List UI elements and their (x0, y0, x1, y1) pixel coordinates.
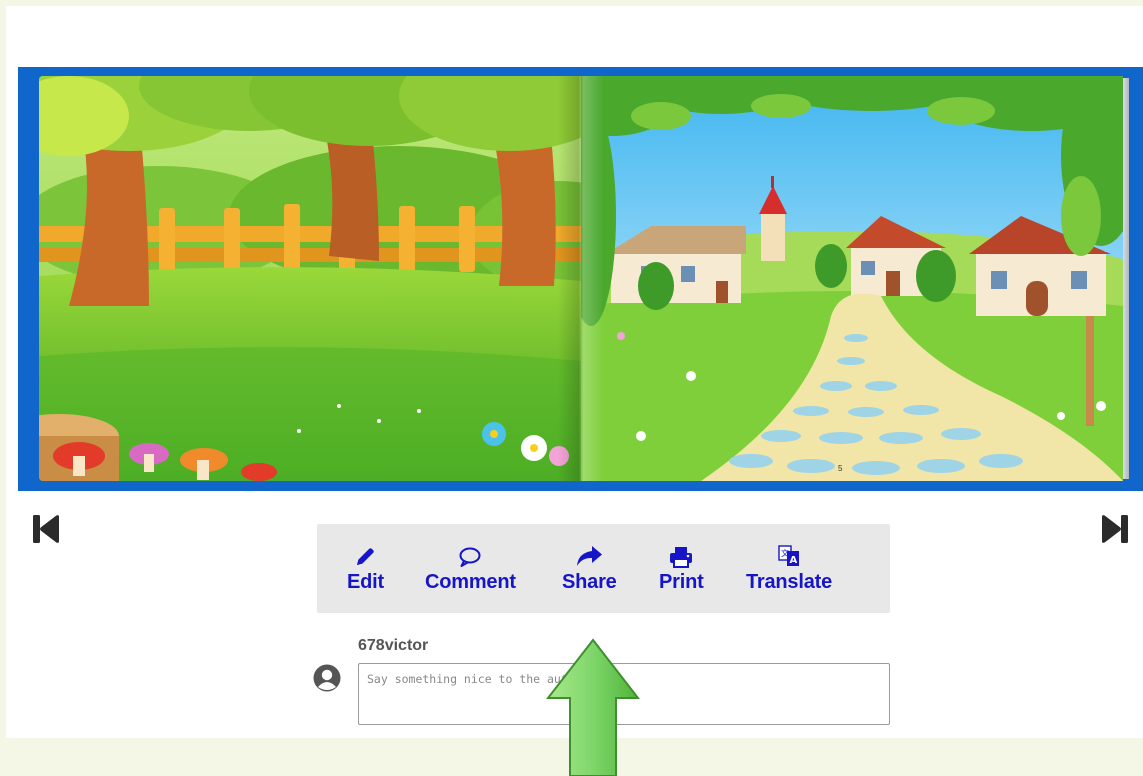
share-button[interactable]: Share (562, 542, 617, 594)
print-label: Print (659, 571, 704, 593)
right-page-illustration[interactable] (581, 76, 1123, 481)
left-page-illustration[interactable] (39, 76, 581, 481)
speech-bubble-icon (458, 542, 482, 568)
comment-label: Comment (425, 571, 516, 593)
edit-label: Edit (347, 571, 384, 593)
translate-icon: 文 A (777, 542, 801, 568)
page-number: 5 (838, 464, 843, 473)
comment-button[interactable]: Comment (425, 542, 516, 594)
next-page-button[interactable] (1100, 512, 1130, 546)
skip-forward-icon (1102, 515, 1128, 543)
print-button[interactable]: Print (659, 542, 704, 594)
user-avatar-icon (312, 663, 342, 693)
skip-back-icon (33, 515, 59, 543)
username: 678victor (358, 637, 429, 654)
village-illustration (581, 76, 1123, 481)
translate-button[interactable]: 文 A Translate (746, 542, 832, 594)
svg-text:A: A (790, 555, 798, 566)
page-stack-edge (1123, 78, 1129, 479)
page-container: 5 Edit Comment Share Print 文 A Translate… (6, 6, 1143, 738)
edit-button[interactable]: Edit (347, 542, 384, 594)
previous-page-button[interactable] (31, 512, 61, 546)
flipbook: 5 (18, 67, 1143, 491)
up-arrow-annotation-icon (546, 638, 640, 776)
action-toolbar: Edit Comment Share Print 文 A Translate (317, 524, 890, 613)
share-arrow-icon (574, 542, 604, 568)
forest-illustration (39, 76, 581, 481)
pencil-icon (354, 542, 376, 568)
translate-label: Translate (746, 571, 833, 593)
share-label: Share (562, 571, 617, 593)
printer-icon (669, 542, 693, 568)
